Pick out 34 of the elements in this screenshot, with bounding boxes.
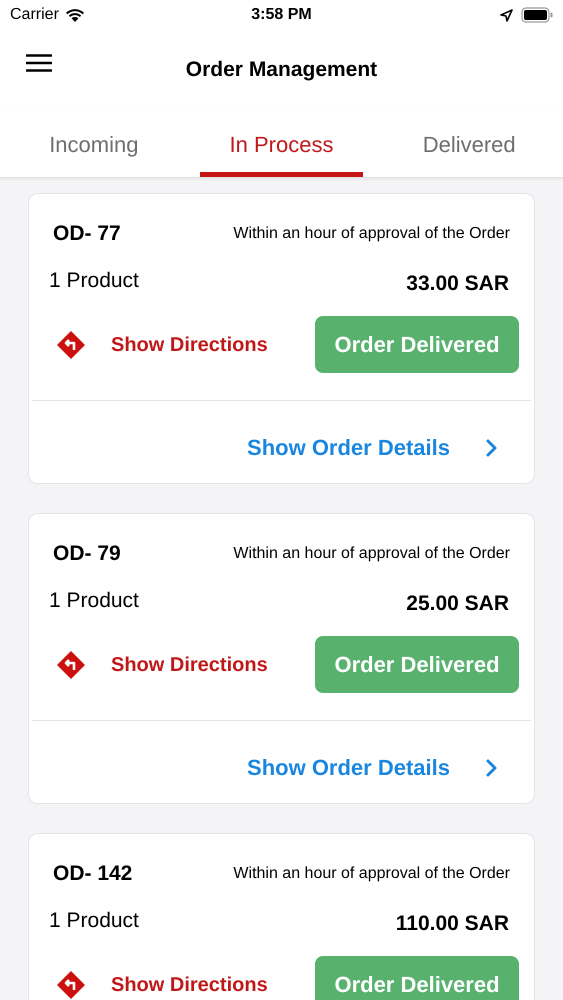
tab[interactable]: Delivered (387, 112, 552, 177)
location-arrow-icon (500, 8, 513, 22)
order-id: OD- 142 (53, 861, 132, 887)
product-count: 1 Product (49, 908, 139, 934)
show-order-details-link[interactable]: Show Order Details (29, 431, 534, 464)
battery-icon (521, 7, 553, 23)
clock-time: 3:58 PM (251, 5, 312, 25)
order-delivered-button[interactable]: Order Delivered (315, 636, 519, 693)
menu-icon[interactable] (26, 54, 52, 72)
order-id: OD- 77 (53, 221, 121, 247)
show-order-details-link[interactable]: Show Order Details (29, 751, 534, 784)
delivery-time: Within an hour of approval of the Order (233, 544, 510, 564)
page-title: Order Management (186, 57, 378, 84)
chevron-right-icon (486, 758, 498, 776)
order-total: 110.00 SAR (396, 910, 509, 936)
delivery-time: Within an hour of approval of the Order (233, 224, 510, 244)
order-total: 33.00 SAR (406, 270, 509, 296)
order-delivered-button[interactable]: Order Delivered (315, 956, 519, 1000)
chevron-right-icon (486, 438, 498, 456)
directions-icon (55, 648, 87, 680)
show-directions-link[interactable]: Show Directions (55, 648, 268, 680)
product-count: 1 Product (49, 268, 139, 294)
tab[interactable]: In Process (200, 112, 364, 177)
order-id: OD- 79 (53, 541, 121, 567)
directions-icon (55, 328, 87, 360)
delivery-time: Within an hour of approval of the Order (233, 864, 510, 884)
product-count: 1 Product (49, 588, 139, 614)
show-directions-link[interactable]: Show Directions (55, 328, 268, 360)
order-total: 25.00 SAR (406, 590, 509, 616)
order-delivered-button[interactable]: Order Delivered (315, 316, 519, 373)
carrier-label: Carrier (10, 5, 59, 25)
wifi-icon (64, 8, 85, 22)
show-directions-link[interactable]: Show Directions (55, 968, 268, 1000)
tab[interactable]: Incoming (12, 112, 176, 177)
